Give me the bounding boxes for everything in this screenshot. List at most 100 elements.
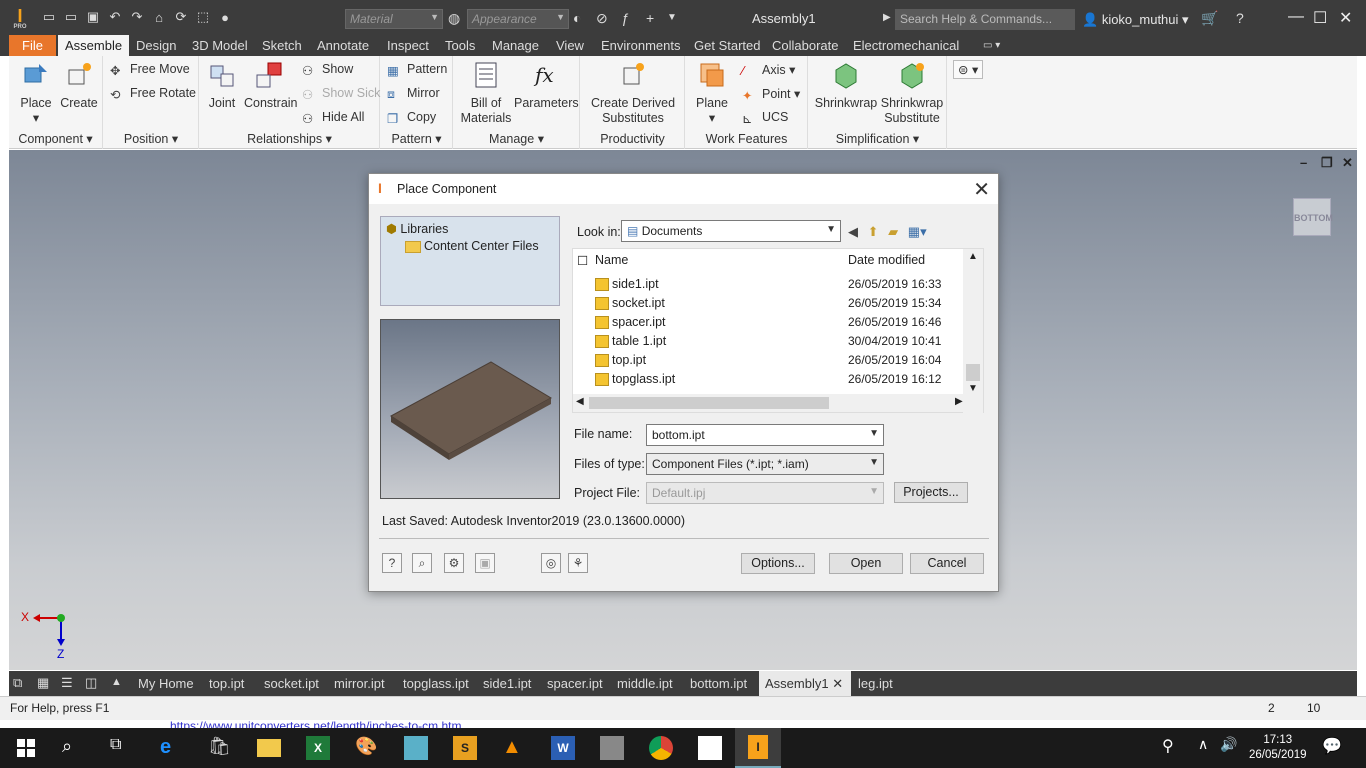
free-move-button[interactable]: ✥ Free Move — [110, 62, 190, 78]
redo-icon[interactable]: ↷ — [128, 9, 146, 25]
arrange-v-icon[interactable]: ◫ — [85, 675, 97, 691]
col-date-header[interactable]: Date modified — [848, 253, 925, 267]
shrinkwrap-button[interactable]: Shrinkwrap — [813, 60, 879, 111]
help-search-input[interactable]: Search Help & Commands... — [895, 9, 1075, 30]
viewcube[interactable]: BOTTOM — [1293, 198, 1333, 236]
create-button[interactable]: Create — [59, 60, 99, 111]
minimize-icon[interactable]: — — [1288, 8, 1304, 26]
tab-collaborate[interactable]: Collaborate — [765, 35, 846, 56]
tree-item-content-center[interactable]: Content Center Files — [405, 239, 539, 253]
open-button[interactable]: Open — [829, 553, 903, 574]
sublime-icon[interactable]: S — [453, 736, 477, 760]
hscroll-thumb[interactable] — [589, 397, 829, 409]
system-clock[interactable]: 17:13 26/05/2019 — [1249, 733, 1307, 763]
options-button[interactable]: Options... — [741, 553, 815, 574]
tab-environments[interactable]: Environments — [594, 35, 687, 56]
tree-item-libraries[interactable]: ⬢ Libraries — [386, 221, 448, 236]
scroll-right-icon[interactable]: ▶ — [955, 396, 963, 407]
find-icon[interactable]: ⌕ — [412, 553, 432, 573]
tab-view[interactable]: View — [549, 35, 591, 56]
pattern-button[interactable]: ▦ Pattern — [387, 62, 447, 78]
paint-icon[interactable]: 🎨 — [355, 736, 379, 760]
col-name-header[interactable]: Name — [595, 253, 628, 267]
group-label[interactable]: Relationships ▾ — [200, 131, 379, 146]
doc-tab[interactable]: topglass.ipt — [397, 671, 475, 696]
save-icon[interactable]: ▣ — [84, 9, 102, 25]
dialog-close-icon[interactable]: ✕ — [973, 177, 990, 202]
point-button[interactable]: ✦ Point ▾ — [742, 86, 800, 103]
ucs-button[interactable]: ⊾ UCS — [742, 110, 788, 126]
copy-button[interactable]: ❐ Copy — [387, 110, 436, 126]
tools-icon[interactable]: ⚙ — [444, 553, 464, 573]
ribbon-extra-dropdown[interactable]: ⊜ ▾ — [953, 60, 984, 79]
task-view-icon[interactable]: ⧉ — [110, 736, 134, 760]
show-button[interactable]: ⚇ Show — [302, 62, 353, 78]
chrome-icon[interactable] — [649, 736, 673, 760]
word-icon[interactable]: W — [551, 736, 575, 760]
file-row[interactable]: spacer.ipt 26/05/2019 16:46 — [573, 313, 963, 332]
hide-all-button[interactable]: ⚇ Hide All — [302, 110, 364, 126]
doc-tab[interactable]: mirror.ipt — [328, 671, 391, 696]
tab-assemble[interactable]: Assemble — [58, 35, 130, 56]
app-icon[interactable] — [404, 736, 428, 760]
up-folder-icon[interactable]: ⬆ — [868, 224, 879, 239]
group-label[interactable]: Simplification ▾ — [809, 131, 946, 146]
tile-icon[interactable]: ▦ — [37, 675, 49, 691]
adjust-icon[interactable]: ◐ — [573, 10, 581, 26]
tab-get-started[interactable]: Get Started — [687, 35, 767, 56]
tab-list-icon[interactable]: ▲ — [111, 676, 122, 688]
doc-tab[interactable]: bottom.ipt — [684, 671, 753, 696]
control-panel-icon[interactable] — [600, 736, 624, 760]
doc-tab[interactable]: My Home — [132, 671, 200, 696]
vertical-scrollbar[interactable]: ▲ ▼ — [963, 249, 983, 414]
arrange-h-icon[interactable]: ☰ — [61, 675, 73, 691]
file-row[interactable]: topglass.ipt 26/05/2019 16:12 — [573, 370, 963, 389]
new-folder-icon[interactable]: ▰ — [888, 224, 898, 239]
view-menu-icon[interactable]: ▦▾ — [908, 224, 927, 239]
tab-annotate[interactable]: Annotate — [310, 35, 376, 56]
tab-tools[interactable]: Tools — [438, 35, 482, 56]
help-icon[interactable]: ? — [382, 553, 402, 573]
volume-icon[interactable]: 🔊 — [1220, 736, 1244, 760]
search-icon[interactable]: ⌕ — [62, 736, 86, 760]
back-icon[interactable]: ◀ — [848, 224, 858, 239]
close-icon[interactable]: ✕ — [1339, 8, 1352, 28]
create-derived-substitutes-button[interactable]: Create Derived Substitutes — [585, 60, 681, 126]
doc-tab[interactable]: socket.ipt — [258, 671, 325, 696]
plane-button[interactable]: Plane ▾ — [690, 60, 734, 126]
look-in-select[interactable]: ▤ Documents ▼ — [621, 220, 841, 242]
windows-start-icon[interactable] — [14, 736, 38, 760]
new-icon[interactable]: ▭ — [40, 9, 58, 25]
qat-more-icon[interactable]: ▼ — [667, 12, 677, 23]
parameters-button[interactable]: fx Parameters — [514, 60, 579, 111]
scroll-thumb[interactable] — [966, 364, 980, 381]
clear-appearance-icon[interactable]: ⊘ — [596, 10, 608, 27]
people-icon[interactable]: ⚲ — [1162, 736, 1186, 760]
inventor-logo[interactable]: I PRO — [10, 6, 30, 32]
content-center-icon[interactable]: ⚘ — [568, 553, 588, 573]
viewport-minimize-icon[interactable]: – — [1300, 155, 1307, 170]
file-row[interactable]: socket.ipt 26/05/2019 15:34 — [573, 294, 963, 313]
joint-button[interactable]: Joint — [202, 60, 242, 111]
doc-tab[interactable]: side1.ipt — [477, 671, 537, 696]
maximize-icon[interactable]: ☐ — [1313, 8, 1327, 28]
vlc-icon[interactable]: ▲ — [502, 736, 526, 760]
viewport-restore-icon[interactable]: ❐ — [1321, 155, 1333, 171]
viewport-close-icon[interactable]: ✕ — [1342, 155, 1353, 171]
cascade-icon[interactable]: ⧉ — [13, 675, 22, 691]
home-icon[interactable]: ⌂ — [150, 10, 168, 25]
file-row[interactable]: table 1.ipt 30/04/2019 10:41 — [573, 332, 963, 351]
axis-button[interactable]: ⁄ Axis ▾ — [742, 62, 795, 78]
notification-icon[interactable]: 💬 — [1322, 736, 1346, 760]
help-icon[interactable]: ? — [1236, 10, 1244, 26]
doc-tab[interactable]: middle.ipt — [611, 671, 679, 696]
photos-icon[interactable] — [698, 736, 722, 760]
close-tab-icon[interactable]: ✕ — [832, 676, 843, 691]
excel-icon[interactable]: X — [306, 736, 330, 760]
color-icon[interactable]: ● — [216, 10, 234, 25]
scroll-left-icon[interactable]: ◀ — [576, 396, 584, 407]
file-name-input[interactable]: bottom.ipt ▼ — [646, 424, 884, 446]
material-select[interactable]: Material ▼ — [345, 9, 443, 29]
file-row[interactable]: side1.ipt 26/05/2019 16:33 — [573, 275, 963, 294]
tab-design[interactable]: Design — [129, 35, 183, 56]
